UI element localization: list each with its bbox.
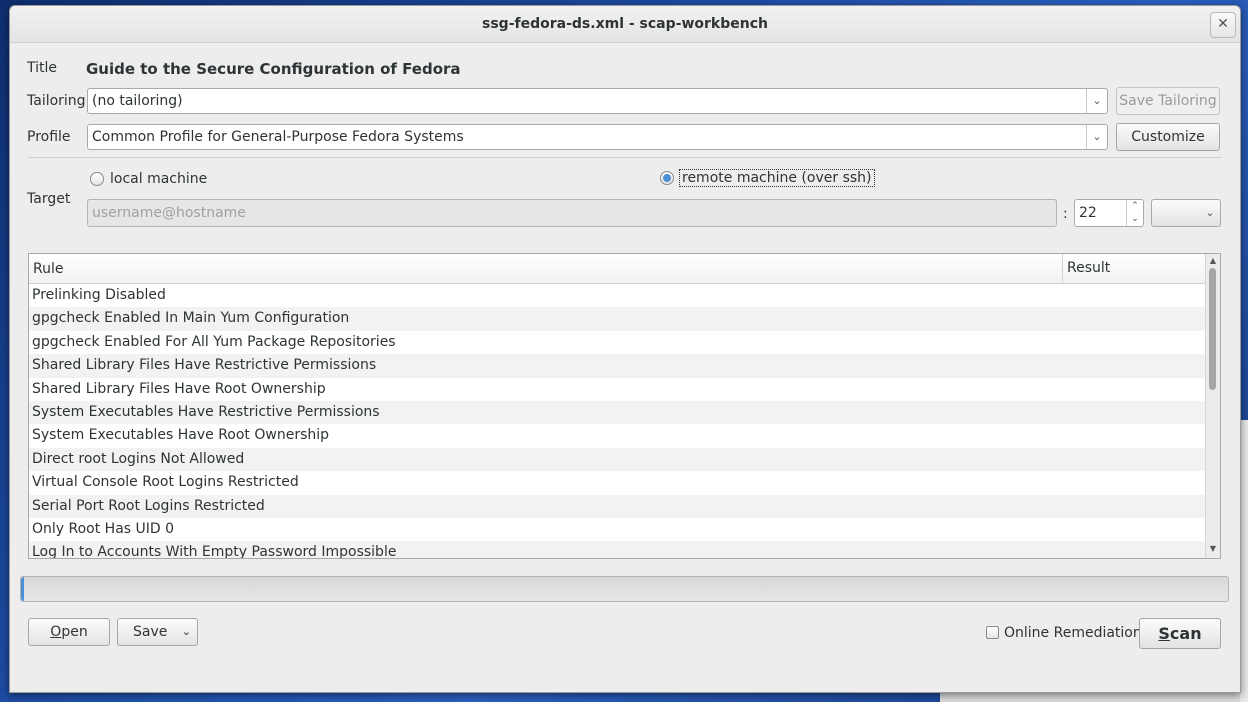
save-menu-button[interactable]: Save ⌄ [117, 618, 198, 646]
tailoring-label: Tailoring [27, 93, 86, 109]
table-row[interactable]: gpgcheck Enabled For All Yum Package Rep… [29, 331, 1207, 354]
chevron-down-icon: ⌄ [1205, 206, 1215, 219]
column-header-rule[interactable]: Rule [33, 261, 63, 277]
divider [28, 157, 1222, 158]
table-row[interactable]: gpgcheck Enabled In Main Yum Configurati… [29, 307, 1207, 331]
chevron-down-icon: ⌄ [1086, 125, 1107, 149]
table-header: Rule Result [29, 254, 1207, 284]
tailoring-combobox[interactable]: (no tailoring) ⌄ [87, 88, 1108, 114]
scan-progress-bar [20, 576, 1229, 602]
customize-button[interactable]: Customize [1116, 123, 1220, 151]
scap-workbench-window: ssg-fedora-ds.xml - scap-workbench ✕ Tit… [9, 5, 1241, 693]
online-remediation-label[interactable]: Online Remediation [1004, 625, 1142, 641]
titlebar[interactable]: ssg-fedora-ds.xml - scap-workbench ✕ [10, 6, 1240, 43]
tailoring-selected: (no tailoring) [92, 93, 183, 109]
window-title: ssg-fedora-ds.xml - scap-workbench [482, 16, 768, 32]
table-row[interactable]: System Executables Have Root Ownership [29, 424, 1207, 447]
table-row[interactable]: Shared Library Files Have Root Ownership [29, 378, 1207, 401]
table-row[interactable]: Prelinking Disabled [29, 284, 1207, 307]
profile-selected: Common Profile for General-Purpose Fedor… [92, 129, 464, 145]
rules-table[interactable]: Rule Result Prelinking Disabled gpgcheck… [28, 253, 1221, 559]
port-separator: : [1063, 206, 1068, 222]
open-button[interactable]: Open [28, 618, 110, 646]
table-row[interactable]: Serial Port Root Logins Restricted [29, 494, 1207, 518]
online-remediation-checkbox[interactable] [986, 626, 999, 639]
profile-label: Profile [27, 129, 71, 145]
local-machine-label[interactable]: local machine [110, 171, 207, 187]
title-label: Title [27, 60, 58, 76]
local-machine-radio[interactable] [90, 172, 104, 186]
table-row[interactable]: Direct root Logins Not Allowed [29, 447, 1207, 472]
table-row[interactable]: Virtual Console Root Logins Restricted [29, 471, 1207, 494]
remote-machine-radio[interactable] [660, 171, 674, 185]
scroll-down-icon[interactable]: ▼ [1206, 544, 1220, 556]
progress-fill [21, 577, 24, 601]
scan-button[interactable]: Scan [1139, 618, 1221, 649]
chevron-down-icon[interactable]: ⌄ [1127, 213, 1143, 226]
ssh-options-combobox[interactable]: ⌄ [1151, 199, 1221, 227]
scan-mnemonic: S [1158, 624, 1170, 643]
host-input[interactable]: username@hostname [87, 199, 1057, 227]
profile-combobox[interactable]: Common Profile for General-Purpose Fedor… [87, 124, 1108, 150]
scroll-up-icon[interactable]: ▲ [1206, 256, 1220, 268]
open-label: pen [61, 624, 88, 640]
column-header-result[interactable]: Result [1062, 254, 1207, 283]
port-stepper[interactable]: ⌃ ⌄ [1126, 200, 1143, 226]
chevron-down-icon: ⌄ [1086, 89, 1107, 113]
table-scrollbar[interactable]: ▲ ▼ [1205, 254, 1220, 558]
port-spinbox[interactable]: 22 ⌃ ⌄ [1074, 199, 1144, 227]
guide-title: Guide to the Secure Configuration of Fed… [86, 60, 461, 78]
table-row[interactable]: Log In to Accounts With Empty Password I… [29, 541, 1207, 558]
table-body: Prelinking Disabled gpgcheck Enabled In … [29, 284, 1207, 558]
save-tailoring-button[interactable]: Save Tailoring [1116, 87, 1220, 115]
close-icon: ✕ [1217, 16, 1229, 32]
scrollbar-thumb[interactable] [1209, 268, 1216, 390]
chevron-down-icon: ⌄ [181, 625, 191, 638]
remote-machine-label[interactable]: remote machine (over ssh) [679, 169, 875, 187]
chevron-up-icon[interactable]: ⌃ [1127, 200, 1143, 213]
table-row[interactable]: Only Root Has UID 0 [29, 518, 1207, 541]
open-mnemonic: O [50, 624, 62, 640]
target-label: Target [27, 191, 71, 207]
scan-label: can [1169, 624, 1202, 643]
table-row[interactable]: Shared Library Files Have Restrictive Pe… [29, 354, 1207, 378]
port-value: 22 [1079, 205, 1097, 221]
host-placeholder: username@hostname [92, 205, 246, 221]
close-button[interactable]: ✕ [1210, 12, 1236, 38]
save-label: Save [133, 624, 168, 640]
table-row[interactable]: System Executables Have Restrictive Perm… [29, 400, 1207, 425]
